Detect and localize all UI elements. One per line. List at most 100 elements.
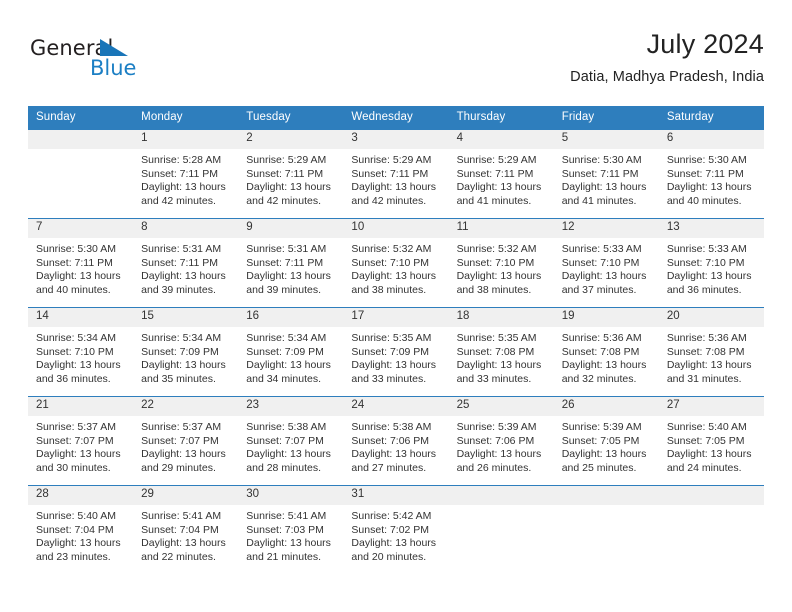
sunrise-text: Sunrise: 5:42 AM	[351, 510, 432, 522]
day-cell-content	[553, 486, 659, 574]
day-sun-info: Sunrise: 5:32 AM Sunset: 7:10 PM Daylight:…	[343, 238, 448, 297]
daylight-text-line1: Daylight: 13 hours	[561, 181, 647, 194]
day-number: 27	[658, 397, 764, 416]
sunset-text: Sunset: 7:10 PM	[36, 345, 114, 358]
calendar-day-cell[interactable]: 12 Sunrise: 5:33 AM Sunset: 7:10 PM Dayligh…	[553, 218, 659, 308]
calendar-week-row: 14 Sunrise: 5:34 AM Sunset: 7:10 PM Dayligh…	[28, 307, 764, 397]
sunrise-text: Sunrise: 5:29 AM	[351, 154, 432, 166]
day-number: 6	[658, 130, 764, 149]
sunset-text: Sunset: 7:11 PM	[456, 167, 534, 180]
calendar-day-cell[interactable]: 23 Sunrise: 5:38 AM Sunset: 7:07 PM Dayligh…	[238, 396, 344, 486]
calendar-day-cell[interactable]: 20 Sunrise: 5:36 AM Sunset: 7:08 PM Dayligh…	[658, 307, 764, 397]
daylight-text-line1: Daylight: 13 hours	[666, 181, 752, 194]
day-sun-info: Sunrise: 5:36 AM Sunset: 7:08 PM Daylight:…	[659, 327, 764, 386]
calendar-day-cell[interactable]: 31 Sunrise: 5:42 AM Sunset: 7:02 PM Dayligh…	[343, 485, 449, 574]
day-sun-info: Sunrise: 5:38 AM Sunset: 7:07 PM Daylight:…	[238, 416, 343, 475]
day-cell-content: 23 Sunrise: 5:38 AM Sunset: 7:07 PM Dayligh…	[238, 397, 344, 485]
sunset-text: Sunset: 7:10 PM	[666, 256, 745, 269]
sunset-text: Sunset: 7:07 PM	[246, 434, 324, 447]
day-number: 14	[28, 308, 134, 327]
day-number: 9	[238, 219, 344, 238]
daylight-text-line1: Daylight: 13 hours	[456, 448, 542, 461]
day-number: 19	[553, 308, 659, 327]
day-sun-info: Sunrise: 5:31 AM Sunset: 7:11 PM Daylight:…	[238, 238, 343, 297]
day-sun-info: Sunrise: 5:39 AM Sunset: 7:05 PM Daylight:…	[554, 416, 659, 475]
calendar-day-cell[interactable]: 16 Sunrise: 5:34 AM Sunset: 7:09 PM Dayligh…	[238, 307, 344, 397]
calendar-day-cell[interactable]: 8 Sunrise: 5:31 AM Sunset: 7:11 PM Daylight…	[133, 218, 239, 308]
day-cell-content: 18 Sunrise: 5:35 AM Sunset: 7:08 PM Dayligh…	[448, 308, 554, 396]
calendar-day-cell[interactable]: 22 Sunrise: 5:37 AM Sunset: 7:07 PM Dayligh…	[133, 396, 239, 486]
day-cell-content: 24 Sunrise: 5:38 AM Sunset: 7:06 PM Dayligh…	[343, 397, 449, 485]
daylight-text-line2: and 42 minutes.	[141, 194, 216, 207]
sunset-text: Sunset: 7:11 PM	[246, 167, 324, 180]
sunset-text: Sunset: 7:11 PM	[246, 256, 324, 269]
day-number: 23	[238, 397, 344, 416]
calendar-day-cell[interactable]: 27 Sunrise: 5:40 AM Sunset: 7:05 PM Dayligh…	[658, 396, 764, 486]
day-cell-content: 6 Sunrise: 5:30 AM Sunset: 7:11 PM Daylight…	[658, 130, 764, 218]
sunrise-text: Sunrise: 5:38 AM	[351, 421, 432, 433]
calendar-day-cell[interactable]: 7 Sunrise: 5:30 AM Sunset: 7:11 PM Daylight…	[28, 218, 134, 308]
day-cell-content: 30 Sunrise: 5:41 AM Sunset: 7:03 PM Dayligh…	[238, 486, 344, 574]
daylight-text-line1: Daylight: 13 hours	[246, 270, 331, 283]
calendar-day-cell[interactable]: 10 Sunrise: 5:32 AM Sunset: 7:10 PM Dayligh…	[343, 218, 449, 308]
sunrise-text: Sunrise: 5:41 AM	[246, 510, 327, 522]
sunset-text: Sunset: 7:08 PM	[561, 345, 640, 358]
calendar-day-cell[interactable]: 5 Sunrise: 5:30 AM Sunset: 7:11 PM Daylight…	[553, 129, 659, 219]
calendar-day-cell[interactable]: 29 Sunrise: 5:41 AM Sunset: 7:04 PM Dayligh…	[133, 485, 239, 574]
day-cell-content: 15 Sunrise: 5:34 AM Sunset: 7:09 PM Dayligh…	[133, 308, 239, 396]
day-sun-info: Sunrise: 5:31 AM Sunset: 7:11 PM Daylight:…	[133, 238, 238, 297]
sunset-text: Sunset: 7:06 PM	[351, 434, 430, 447]
daylight-text-line2: and 27 minutes.	[351, 461, 427, 474]
calendar-day-cell[interactable]: 25 Sunrise: 5:39 AM Sunset: 7:06 PM Dayligh…	[448, 396, 554, 486]
day-sun-info: Sunrise: 5:40 AM Sunset: 7:05 PM Daylight:…	[659, 416, 764, 475]
calendar-day-cell[interactable]: 2 Sunrise: 5:29 AM Sunset: 7:11 PM Daylight…	[238, 129, 344, 219]
calendar-day-cell[interactable]: 1 Sunrise: 5:28 AM Sunset: 7:11 PM Daylight…	[133, 129, 239, 219]
calendar-week-row: 1 Sunrise: 5:28 AM Sunset: 7:11 PM Daylight…	[28, 129, 764, 219]
daylight-text-line1: Daylight: 13 hours	[666, 448, 752, 461]
sunrise-text: Sunrise: 5:35 AM	[456, 332, 537, 344]
calendar-day-cell[interactable]: 3 Sunrise: 5:29 AM Sunset: 7:11 PM Daylight…	[343, 129, 449, 219]
daylight-text-line1: Daylight: 13 hours	[141, 270, 226, 283]
calendar-day-cell[interactable]: 14 Sunrise: 5:34 AM Sunset: 7:10 PM Dayligh…	[28, 307, 134, 397]
calendar-day-cell[interactable]: 26 Sunrise: 5:39 AM Sunset: 7:05 PM Dayligh…	[553, 396, 659, 486]
daylight-text-line2: and 28 minutes.	[246, 461, 321, 474]
daylight-text-line2: and 39 minutes.	[141, 283, 216, 296]
day-cell-content: 1 Sunrise: 5:28 AM Sunset: 7:11 PM Daylight…	[133, 130, 239, 218]
day-cell-content: 4 Sunrise: 5:29 AM Sunset: 7:11 PM Daylight…	[448, 130, 554, 218]
daylight-text-line2: and 40 minutes.	[36, 283, 111, 296]
day-sun-info: Sunrise: 5:34 AM Sunset: 7:10 PM Daylight:…	[28, 327, 133, 386]
calendar-day-cell[interactable]: 24 Sunrise: 5:38 AM Sunset: 7:06 PM Dayligh…	[343, 396, 449, 486]
calendar-day-cell[interactable]: 4 Sunrise: 5:29 AM Sunset: 7:11 PM Daylight…	[448, 129, 554, 219]
calendar-day-cell[interactable]: 30 Sunrise: 5:41 AM Sunset: 7:03 PM Dayligh…	[238, 485, 344, 574]
day-sun-info: Sunrise: 5:41 AM Sunset: 7:04 PM Daylight:…	[133, 505, 238, 564]
day-cell-content	[28, 130, 134, 218]
calendar-week-row: 21 Sunrise: 5:37 AM Sunset: 7:07 PM Dayligh…	[28, 396, 764, 486]
calendar-day-cell[interactable]: 19 Sunrise: 5:36 AM Sunset: 7:08 PM Dayligh…	[553, 307, 659, 397]
day-cell-content: 28 Sunrise: 5:40 AM Sunset: 7:04 PM Dayligh…	[28, 486, 134, 574]
day-sun-info: Sunrise: 5:33 AM Sunset: 7:10 PM Daylight:…	[659, 238, 764, 297]
sunset-text: Sunset: 7:07 PM	[141, 434, 219, 447]
daylight-text-line1: Daylight: 13 hours	[456, 181, 542, 194]
calendar-day-cell[interactable]: 17 Sunrise: 5:35 AM Sunset: 7:09 PM Dayligh…	[343, 307, 449, 397]
calendar-body: 1 Sunrise: 5:28 AM Sunset: 7:11 PM Daylight…	[28, 129, 764, 574]
calendar-day-cell[interactable]: 13 Sunrise: 5:33 AM Sunset: 7:10 PM Dayligh…	[658, 218, 764, 308]
calendar-day-cell[interactable]: 9 Sunrise: 5:31 AM Sunset: 7:11 PM Daylight…	[238, 218, 344, 308]
page-subtitle: Datia, Madhya Pradesh, India	[570, 69, 764, 85]
sunrise-text: Sunrise: 5:40 AM	[666, 421, 747, 433]
calendar-day-cell[interactable]: 6 Sunrise: 5:30 AM Sunset: 7:11 PM Daylight…	[658, 129, 764, 219]
calendar-day-cell[interactable]: 18 Sunrise: 5:35 AM Sunset: 7:08 PM Dayligh…	[448, 307, 554, 397]
day-number: 24	[343, 397, 449, 416]
daylight-text-line1: Daylight: 13 hours	[246, 359, 331, 372]
sunrise-text: Sunrise: 5:30 AM	[36, 243, 116, 255]
calendar-day-cell[interactable]: 11 Sunrise: 5:32 AM Sunset: 7:10 PM Dayligh…	[448, 218, 554, 308]
day-sun-info: Sunrise: 5:37 AM Sunset: 7:07 PM Daylight:…	[28, 416, 133, 475]
calendar-day-cell[interactable]: 21 Sunrise: 5:37 AM Sunset: 7:07 PM Dayligh…	[28, 396, 134, 486]
calendar-day-cell[interactable]: 28 Sunrise: 5:40 AM Sunset: 7:04 PM Dayligh…	[28, 485, 134, 574]
brand-logo[interactable]: General Blue	[28, 36, 248, 86]
day-cell-content: 27 Sunrise: 5:40 AM Sunset: 7:05 PM Dayligh…	[658, 397, 764, 485]
day-cell-content	[658, 486, 764, 574]
day-number: 3	[343, 130, 449, 149]
calendar-day-cell[interactable]: 15 Sunrise: 5:34 AM Sunset: 7:09 PM Dayligh…	[133, 307, 239, 397]
sunset-text: Sunset: 7:08 PM	[666, 345, 745, 358]
day-cell-content: 5 Sunrise: 5:30 AM Sunset: 7:11 PM Daylight…	[553, 130, 659, 218]
